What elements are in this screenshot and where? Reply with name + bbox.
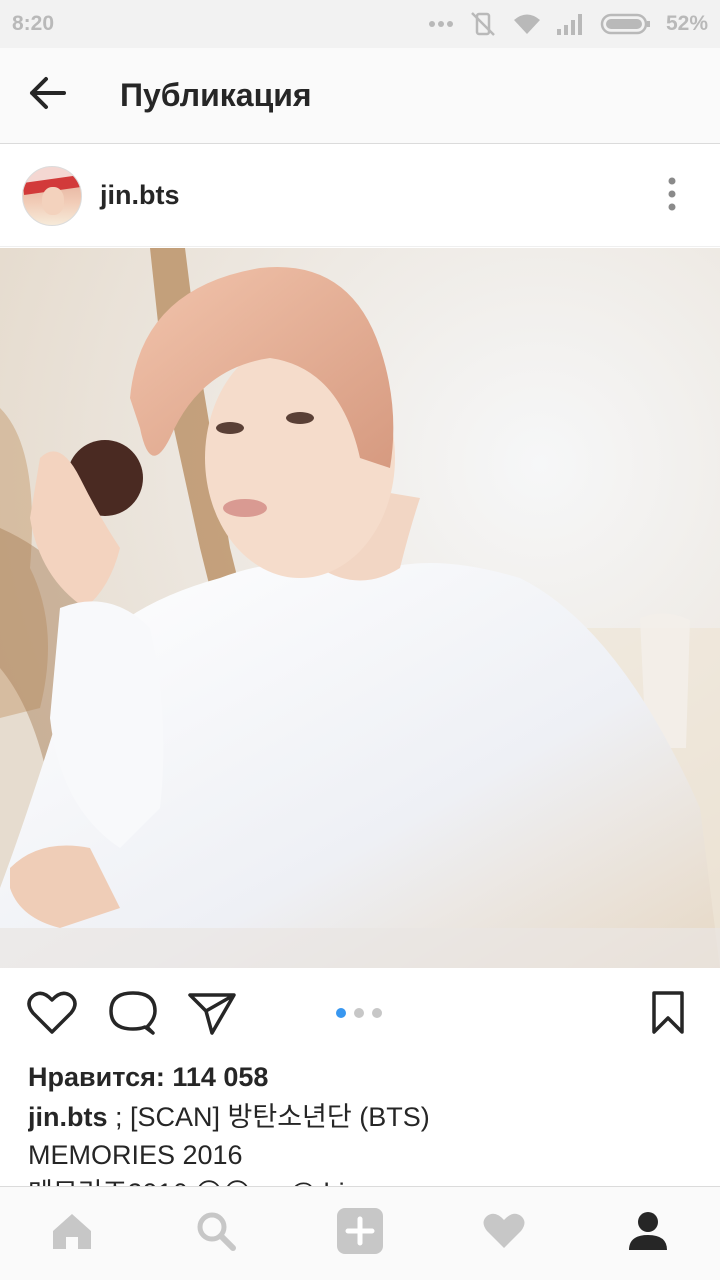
post-photo[interactable] [0, 248, 720, 968]
more-vertical-icon [668, 177, 676, 216]
nav-profile[interactable] [612, 1198, 684, 1270]
comment-icon [107, 989, 157, 1042]
likes-count[interactable]: Нравится: 114 058 [28, 1062, 268, 1093]
avatar[interactable] [22, 165, 82, 226]
caption-username[interactable]: jin.bts [28, 1102, 108, 1132]
share-button[interactable] [186, 990, 238, 1040]
wifi-icon [512, 12, 542, 36]
carousel-indicator [336, 1008, 382, 1018]
page-title: Публикация [120, 77, 312, 113]
app-bar: Публикация [0, 48, 720, 144]
save-button[interactable] [642, 990, 694, 1040]
carousel-dot [336, 1008, 346, 1018]
post-actions [0, 968, 720, 1060]
send-icon [186, 989, 238, 1042]
signal-icon [556, 13, 586, 35]
battery-icon [600, 12, 652, 36]
vibrate-off-icon [468, 11, 498, 37]
status-time: 8:20 [12, 12, 55, 35]
caption-text-line1: ; [SCAN] 방탄소년단 (BTS) [107, 1102, 430, 1132]
nav-add-post[interactable] [324, 1198, 396, 1270]
back-button[interactable] [0, 48, 96, 144]
bookmark-icon [650, 990, 686, 1041]
carousel-dot [372, 1008, 382, 1018]
post-caption: jin.bts ; [SCAN] 방탄소년단 (BTS) MEMORIES 20… [28, 1098, 688, 1188]
caption-text-line2: MEMORIES 2016 [28, 1140, 243, 1170]
bottom-nav [0, 1186, 720, 1280]
more-options-button[interactable] [654, 177, 690, 215]
nav-activity[interactable] [468, 1198, 540, 1270]
more-dots-icon [428, 20, 454, 28]
post-username[interactable]: jin.bts [100, 180, 180, 211]
status-icons: 52% [428, 11, 708, 37]
like-button[interactable] [26, 990, 78, 1040]
post-header: jin.bts [0, 145, 720, 247]
nav-home[interactable] [36, 1198, 108, 1270]
home-icon [51, 1211, 93, 1256]
status-bar: 8:20 52% [0, 0, 720, 48]
battery-percent: 52% [665, 12, 708, 35]
post-photo-illustration [0, 248, 720, 968]
profile-icon [627, 1210, 669, 1257]
arrow-left-icon [28, 75, 68, 116]
nav-search[interactable] [180, 1198, 252, 1270]
heart-icon [27, 990, 77, 1041]
add-post-icon [336, 1207, 384, 1260]
comment-button[interactable] [106, 990, 158, 1040]
activity-heart-icon [482, 1211, 526, 1256]
search-icon [195, 1210, 237, 1257]
carousel-dot [354, 1008, 364, 1018]
